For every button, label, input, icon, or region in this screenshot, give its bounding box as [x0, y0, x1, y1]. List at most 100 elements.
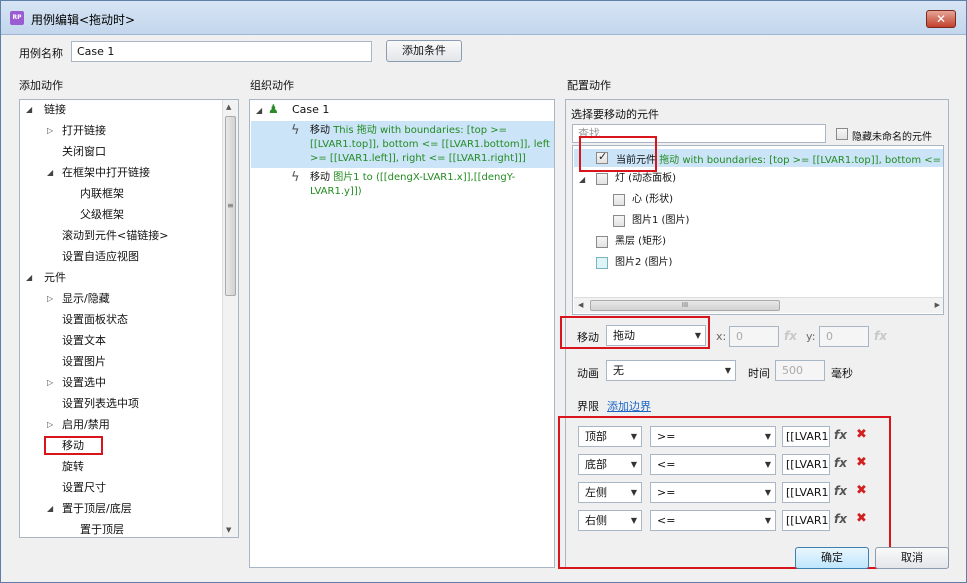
action-row-2[interactable]: ϟ 移动 图片1 to ([[dengX-LVAR1.x]],[[dengY-L…	[251, 170, 554, 202]
cancel-button[interactable]: 取消	[875, 547, 949, 569]
widget-row-current[interactable]: 当前元件 拖动 with boundaries: [top >= [[LVAR1…	[574, 149, 943, 167]
delete-bound-icon[interactable]: ✖	[856, 511, 867, 526]
move-label: 移动	[577, 331, 599, 344]
configure-action-panel: 选择要移动的元件 查找 隐藏未命名的元件 当前元件 拖动 with bounda…	[565, 99, 949, 568]
collapse-icon[interactable]: ◢	[47, 168, 53, 177]
tree-item-open-in-frame[interactable]: 在框架中打开链接	[62, 164, 150, 182]
bound-value-input[interactable]: [[LVAR1.	[782, 454, 830, 475]
y-input[interactable]: 0	[819, 326, 869, 347]
collapse-icon[interactable]: ◢	[26, 105, 32, 114]
widget-checkbox-image2[interactable]	[596, 257, 608, 269]
lightning-icon: ϟ	[291, 123, 300, 138]
time-input[interactable]: 500	[775, 360, 825, 381]
widget-label-heart: 心 (形状)	[632, 194, 673, 205]
move-type-value: 拖动	[613, 329, 635, 342]
scroll-left-arrow[interactable]: ◀	[578, 301, 583, 309]
tree-item-show-hide[interactable]: 显示/隐藏	[62, 290, 110, 308]
tree-item-panel-state[interactable]: 设置面板状态	[62, 311, 128, 329]
widget-search-input[interactable]: 查找	[572, 124, 826, 143]
bound-value-input[interactable]: [[LVAR1.	[782, 426, 830, 447]
hide-unnamed-checkbox[interactable]	[836, 128, 848, 140]
tree-item-inline-frame[interactable]: 内联框架	[80, 185, 124, 203]
delete-bound-icon[interactable]: ✖	[856, 455, 867, 470]
time-label: 时间	[748, 367, 770, 380]
ok-button[interactable]: 确定	[795, 547, 869, 569]
tree-item-set-image[interactable]: 设置图片	[62, 353, 106, 371]
tree-item-widgets[interactable]: 元件	[44, 269, 66, 287]
scroll-thumb[interactable]: ≡	[225, 116, 236, 296]
bound-fx-icon[interactable]: fx	[834, 484, 847, 498]
case-name-input[interactable]: Case 1	[71, 41, 372, 62]
bound-side-value: 右侧	[585, 514, 607, 527]
collapse-icon[interactable]: ◢	[256, 106, 262, 115]
hscroll-thumb[interactable]: III	[590, 300, 780, 311]
chevron-down-icon: ▼	[630, 460, 637, 469]
tree-item-enable-disable[interactable]: 启用/禁用	[62, 416, 110, 434]
tree-item-bring-to-front[interactable]: 置于顶层	[80, 521, 124, 537]
bound-side-select[interactable]: 底部 ▼	[578, 454, 642, 475]
collapse-icon[interactable]: ◢	[26, 273, 32, 282]
x-input[interactable]: 0	[729, 326, 779, 347]
action-2-text: 图片1 to ([[dengX-LVAR1.x]],[[dengY-LVAR1.…	[310, 172, 516, 197]
expand-icon[interactable]: ▷	[47, 378, 53, 387]
tree-item-parent-frame[interactable]: 父级框架	[80, 206, 124, 224]
bound-op-select[interactable]: >= ▼	[650, 426, 776, 447]
tree-item-rotate[interactable]: 旋转	[62, 458, 84, 476]
tree-item-open-link[interactable]: 打开链接	[62, 122, 106, 140]
bound-op-select[interactable]: >= ▼	[650, 482, 776, 503]
case-icon: ♟	[268, 102, 279, 116]
widget-checkbox-light[interactable]	[596, 173, 608, 185]
tree-item-set-text[interactable]: 设置文本	[62, 332, 106, 350]
widget-checkbox-image1[interactable]	[613, 215, 625, 227]
delete-bound-icon[interactable]: ✖	[856, 427, 867, 442]
action-list-scrollbar[interactable]: ▲ ≡ ▼	[222, 100, 238, 537]
tree-item-close-window[interactable]: 关闭窗口	[62, 143, 106, 161]
delete-bound-icon[interactable]: ✖	[856, 483, 867, 498]
add-condition-button[interactable]: 添加条件	[386, 40, 462, 62]
expand-icon[interactable]: ▷	[47, 420, 53, 429]
case-node[interactable]: Case 1	[292, 101, 329, 119]
x-fx-icon[interactable]: fx	[784, 329, 797, 343]
collapse-icon[interactable]: ◢	[579, 175, 585, 184]
scroll-right-arrow[interactable]: ▶	[935, 301, 940, 309]
bound-fx-icon[interactable]: fx	[834, 428, 847, 442]
tree-item-set-list-selected[interactable]: 设置列表选中项	[62, 395, 139, 413]
bound-fx-icon[interactable]: fx	[834, 512, 847, 526]
widget-checkbox-black-layer[interactable]	[596, 236, 608, 248]
tree-item-set-selected[interactable]: 设置选中	[62, 374, 106, 392]
bound-op-select[interactable]: <= ▼	[650, 510, 776, 531]
add-bound-link[interactable]: 添加边界	[607, 398, 651, 414]
bound-side-select[interactable]: 顶部 ▼	[578, 426, 642, 447]
scroll-down-arrow[interactable]: ▼	[226, 526, 231, 534]
expand-icon[interactable]: ▷	[47, 126, 53, 135]
animation-select[interactable]: 无 ▼	[606, 360, 736, 381]
bound-side-select[interactable]: 左侧 ▼	[578, 482, 642, 503]
widget-tree-hscroll[interactable]: ◀ III ▶	[574, 297, 943, 313]
widget-tree: 当前元件 拖动 with boundaries: [top >= [[LVAR1…	[572, 145, 944, 315]
tree-item-links[interactable]: 链接	[44, 101, 66, 119]
x-label: x:	[716, 330, 727, 343]
bound-op-value: <=	[657, 458, 676, 471]
move-type-select[interactable]: 拖动 ▼	[606, 325, 706, 346]
bound-value-input[interactable]: [[LVAR1.	[782, 482, 830, 503]
bound-fx-icon[interactable]: fx	[834, 456, 847, 470]
title-bar: RP 用例编辑<拖动时> ✕	[1, 1, 966, 35]
y-fx-icon[interactable]: fx	[874, 329, 887, 343]
tree-item-set-size[interactable]: 设置尺寸	[62, 479, 106, 497]
expand-icon[interactable]: ▷	[47, 294, 53, 303]
bound-value-input[interactable]: [[LVAR1.	[782, 510, 830, 531]
bound-op-select[interactable]: <= ▼	[650, 454, 776, 475]
current-widget-checkbox[interactable]	[596, 150, 608, 164]
tree-item-move[interactable]: 移动	[62, 437, 84, 455]
widget-checkbox-heart[interactable]	[613, 194, 625, 206]
bound-side-select[interactable]: 右侧 ▼	[578, 510, 642, 531]
scroll-up-arrow[interactable]: ▲	[226, 103, 231, 111]
select-widget-label: 选择要移动的元件	[571, 108, 659, 121]
action-row-1[interactable]: ϟ 移动 This 拖动 with boundaries: [top >= [[…	[251, 121, 554, 168]
widget-label-image1: 图片1 (图片)	[632, 215, 690, 226]
tree-item-adaptive-view[interactable]: 设置自适应视图	[62, 248, 139, 266]
collapse-icon[interactable]: ◢	[47, 504, 53, 513]
tree-item-bring-front-back[interactable]: 置于顶层/底层	[62, 500, 132, 518]
close-button[interactable]: ✕	[926, 10, 956, 28]
tree-item-scroll-to-widget[interactable]: 滚动到元件<锚链接>	[62, 227, 168, 245]
